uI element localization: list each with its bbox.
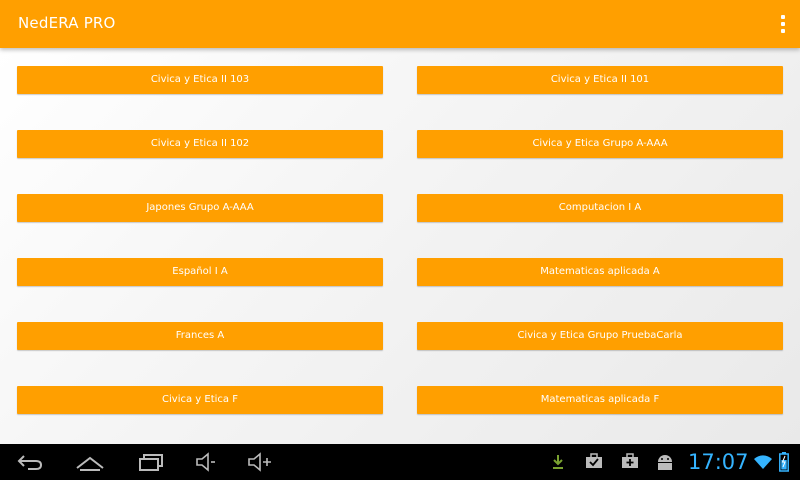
course-button-9[interactable]: Frances A: [17, 322, 383, 350]
overflow-menu-icon[interactable]: [778, 14, 788, 34]
app-bar: NedERA PRO: [0, 0, 800, 48]
course-button-10[interactable]: Civica y Etica Grupo PruebaCarla: [417, 322, 783, 350]
back-icon[interactable]: [16, 452, 44, 472]
android-icon: [655, 453, 675, 471]
course-button-11[interactable]: Civica y Etica F: [17, 386, 383, 414]
briefcase-plus-icon: [621, 453, 639, 469]
briefcase-check-icon: [585, 453, 603, 469]
home-icon[interactable]: [75, 452, 105, 472]
course-button-2[interactable]: Civica y Etica II 101: [417, 66, 783, 94]
status-clock: 17:07: [688, 450, 749, 474]
course-button-6[interactable]: Computacion I A: [417, 194, 783, 222]
recent-apps-icon[interactable]: [137, 452, 165, 472]
course-button-12[interactable]: Matematicas aplicada F: [417, 386, 783, 414]
course-button-1[interactable]: Civica y Etica II 103: [17, 66, 383, 94]
course-button-3[interactable]: Civica y Etica II 102: [17, 130, 383, 158]
app-title: NedERA PRO: [18, 14, 116, 32]
course-button-4[interactable]: Civica y Etica Grupo A-AAA: [417, 130, 783, 158]
course-button-8[interactable]: Matematicas aplicada A: [417, 258, 783, 286]
battery-icon: [779, 452, 789, 472]
content-area: Civica y Etica II 103 Civica y Etica II …: [0, 48, 800, 444]
volume-down-icon[interactable]: [194, 452, 218, 472]
course-grid: Civica y Etica II 103 Civica y Etica II …: [0, 48, 800, 444]
course-button-7[interactable]: Español I A: [17, 258, 383, 286]
download-icon: [551, 454, 565, 470]
course-button-5[interactable]: Japones Grupo A-AAA: [17, 194, 383, 222]
system-navigation-bar: 17:07: [0, 444, 800, 480]
volume-up-icon[interactable]: [246, 452, 274, 472]
wifi-icon: [753, 454, 773, 470]
